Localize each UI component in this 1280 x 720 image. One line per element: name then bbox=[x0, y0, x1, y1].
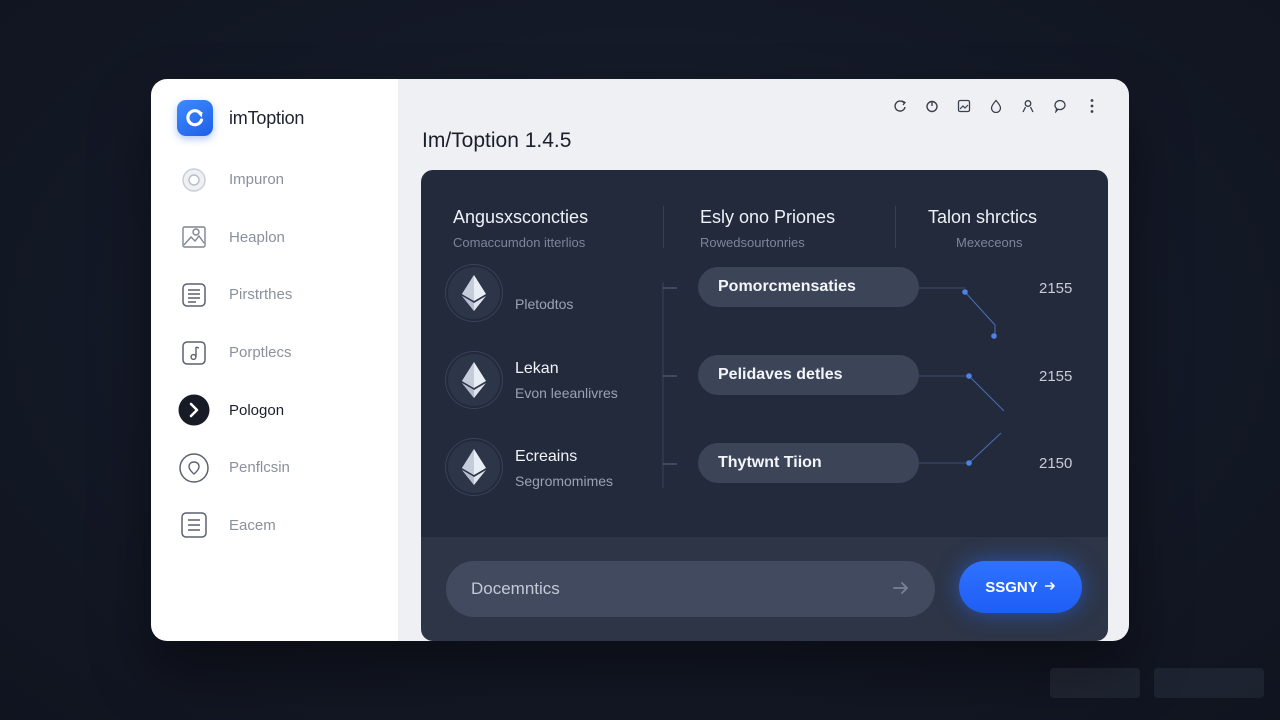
asset-subtitle: Evon leeanlivres bbox=[515, 385, 618, 401]
column-title: Talon shrctics bbox=[928, 207, 1038, 227]
page-title: Im/Toption 1.4.5 bbox=[422, 129, 572, 152]
main-content: Im/Toption 1.4.5 Angusxsconcties Comaccu… bbox=[398, 79, 1129, 641]
document-lines-icon bbox=[177, 508, 211, 542]
search-input[interactable]: Docemntics bbox=[446, 561, 935, 617]
sidebar-item-eacem[interactable]: Eacem bbox=[177, 497, 377, 555]
toolbar bbox=[891, 97, 1101, 115]
sidebar-item-label: Heaplon bbox=[229, 228, 285, 246]
brand[interactable]: imToption bbox=[177, 100, 304, 136]
refresh-icon[interactable] bbox=[891, 97, 909, 115]
sidebar-item-pologon[interactable]: Pologon bbox=[177, 381, 377, 439]
watermark-block bbox=[1154, 668, 1264, 698]
sidebar: imToption Impuron Heaplon Pirstrthes Por… bbox=[151, 79, 398, 641]
submit-button[interactable]: SSGNY bbox=[959, 561, 1082, 613]
music-note-icon bbox=[177, 336, 211, 370]
sidebar-item-impuron[interactable]: Impuron bbox=[177, 151, 377, 209]
search-value: Docemntics bbox=[471, 579, 560, 598]
sidebar-nav: Impuron Heaplon Pirstrthes Porptlecs Pol… bbox=[177, 151, 377, 554]
sidebar-item-label: Penflcsin bbox=[229, 459, 290, 477]
sidebar-item-label: Impuron bbox=[229, 171, 285, 189]
row-value: 2150 bbox=[1039, 455, 1073, 472]
asset-title: Ecreains bbox=[515, 448, 578, 465]
row-value: 2155 bbox=[1039, 368, 1073, 385]
submit-button-label: SSGNY bbox=[985, 578, 1038, 596]
refresh-logo-icon bbox=[177, 100, 213, 136]
column-title: Esly ono Priones bbox=[700, 207, 836, 227]
pill-button[interactable]: Pelidaves detles bbox=[698, 355, 919, 395]
power-icon[interactable] bbox=[923, 97, 941, 115]
ethereum-icon bbox=[446, 352, 502, 408]
sidebar-item-pirstrthes[interactable]: Pirstrthes bbox=[177, 266, 377, 324]
asset-subtitle: Segromomimes bbox=[515, 473, 614, 489]
drop-icon[interactable] bbox=[987, 97, 1005, 115]
sidebar-item-label: Pirstrthes bbox=[229, 286, 293, 304]
column-subtitle: Rowedsourtonries bbox=[700, 235, 805, 250]
column-divider bbox=[663, 206, 664, 248]
sidebar-item-penflcsin[interactable]: Penflcsin bbox=[177, 439, 377, 497]
column-divider bbox=[895, 206, 896, 248]
column-title: Angusxsconcties bbox=[453, 207, 589, 227]
data-panel: Angusxsconcties Comaccumdon itterlios Es… bbox=[421, 170, 1108, 537]
column-subtitle: Comaccumdon itterlios bbox=[453, 235, 586, 250]
arrow-right-icon bbox=[1044, 579, 1056, 596]
asset-title: Lekan bbox=[515, 360, 559, 377]
person-icon[interactable] bbox=[1019, 97, 1037, 115]
watermark-block bbox=[1050, 668, 1140, 698]
sidebar-item-porptlecs[interactable]: Porptlecs bbox=[177, 324, 377, 382]
play-circle-icon bbox=[177, 393, 211, 427]
sidebar-item-label: Eacem bbox=[229, 516, 276, 534]
sidebar-item-label: Pologon bbox=[229, 401, 285, 419]
watermark bbox=[1050, 660, 1268, 706]
row-value: 2155 bbox=[1039, 280, 1073, 297]
action-bar: Docemntics SSGNY bbox=[421, 537, 1108, 641]
sidebar-item-label: Porptlecs bbox=[229, 344, 292, 362]
column-subtitle: Mexeceons bbox=[956, 235, 1023, 250]
pill-button[interactable]: Pomorcmensaties bbox=[698, 267, 919, 307]
pill-button[interactable]: Thytwnt Tiion bbox=[698, 443, 919, 483]
brand-name: imToption bbox=[229, 107, 305, 128]
circle-toggle-icon bbox=[177, 163, 211, 197]
ethereum-icon bbox=[446, 439, 502, 495]
list-box-icon bbox=[177, 278, 211, 312]
sidebar-item-heaplon[interactable]: Heaplon bbox=[177, 209, 377, 267]
ethereum-icon bbox=[446, 265, 502, 321]
chat-icon[interactable] bbox=[1051, 97, 1069, 115]
app-window: imToption Impuron Heaplon Pirstrthes Por… bbox=[151, 79, 1129, 641]
image-search-icon bbox=[177, 220, 211, 254]
arrow-right-icon[interactable] bbox=[891, 578, 911, 603]
shield-circle-icon bbox=[177, 451, 211, 485]
more-vertical-icon[interactable] bbox=[1083, 97, 1101, 115]
image-icon[interactable] bbox=[955, 97, 973, 115]
asset-subtitle: Pletodtos bbox=[515, 296, 574, 312]
